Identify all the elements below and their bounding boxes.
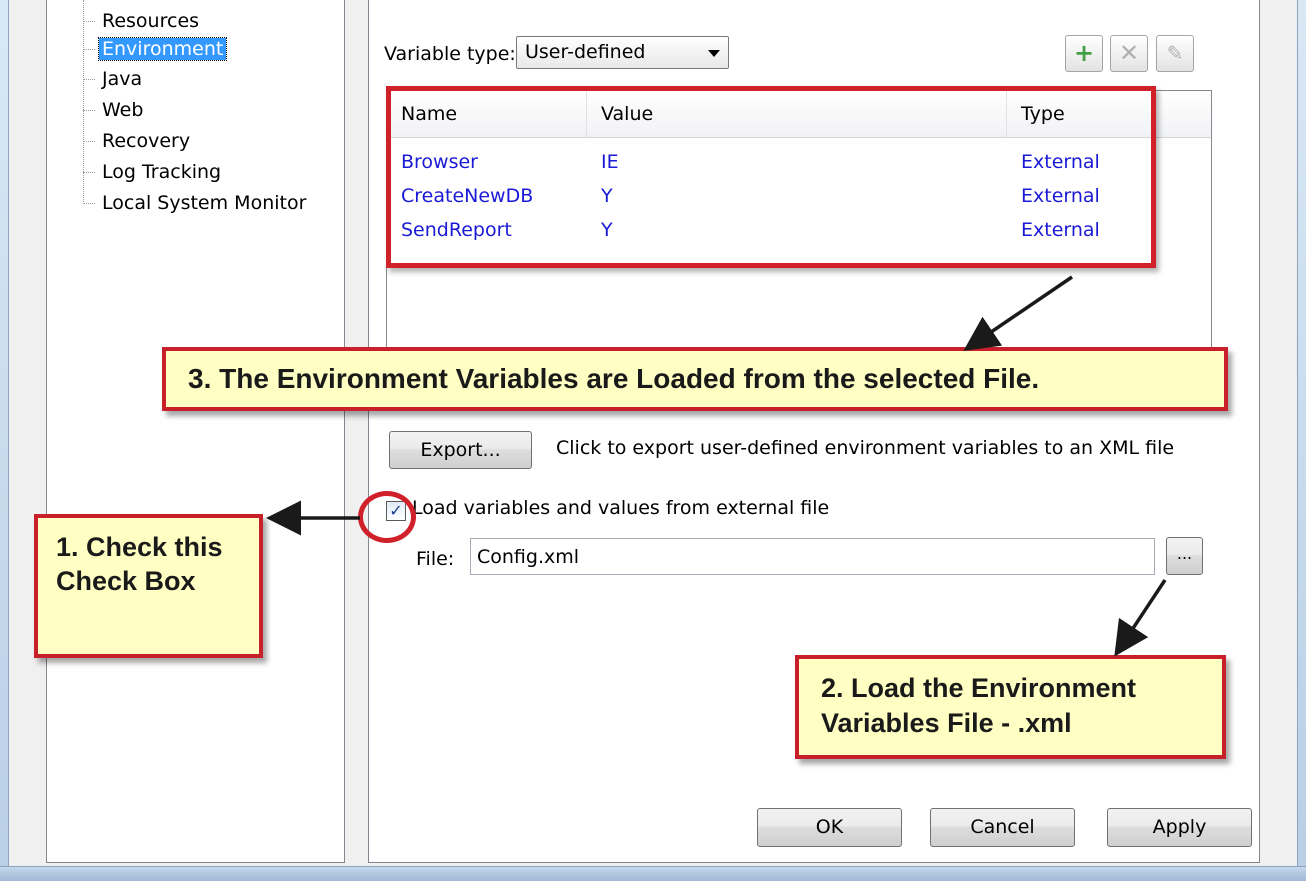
apply-button[interactable]: Apply — [1107, 808, 1252, 847]
tree-item-recovery[interactable]: Recovery — [83, 126, 193, 156]
browse-file-button[interactable]: ... — [1166, 537, 1203, 575]
file-label: File: — [416, 548, 455, 570]
pencil-icon: ✎ — [1166, 41, 1184, 65]
tree-item-log-tracking[interactable]: Log Tracking — [83, 157, 224, 187]
edit-variable-button[interactable]: ✎ — [1156, 35, 1194, 72]
window-frame-bottom — [0, 866, 1306, 881]
tree-item-label: Web — [102, 99, 144, 121]
ok-button[interactable]: OK — [757, 808, 902, 847]
variable-type-select[interactable]: User-defined — [516, 36, 729, 69]
export-description: Click to export user-defined environment… — [556, 437, 1175, 459]
tree-item-local-system-monitor[interactable]: Local System Monitor — [83, 188, 309, 218]
tree-item-label: Environment — [97, 37, 228, 61]
window-frame-right — [1297, 0, 1306, 881]
callout-step-3: 3. The Environment Variables are Loaded … — [162, 347, 1228, 411]
chevron-down-icon — [708, 50, 720, 57]
tree-item-java[interactable]: Java — [83, 64, 145, 94]
callout-step-2: 2. Load the Environment Variables File -… — [795, 655, 1226, 759]
variable-type-value: User-defined — [525, 41, 646, 63]
tree-item-environment[interactable]: Environment — [83, 34, 228, 64]
plus-icon: + — [1073, 39, 1095, 67]
settings-tree: Resources Environment Java Web Recovery … — [46, 0, 345, 863]
checkbox-highlight-annotation — [358, 491, 416, 543]
cancel-button[interactable]: Cancel — [930, 808, 1075, 847]
tree-item-web[interactable]: Web — [83, 95, 146, 125]
load-external-label: Load variables and values from external … — [412, 497, 830, 519]
delete-variable-button[interactable]: ✕ — [1110, 35, 1148, 72]
tree-item-label: Recovery — [102, 130, 191, 152]
callout-step-1: 1. Check this Check Box — [34, 514, 263, 658]
window-frame-left — [0, 0, 9, 881]
add-variable-button[interactable]: + — [1065, 35, 1103, 72]
x-icon: ✕ — [1118, 39, 1140, 67]
tree-item-label: Local System Monitor — [102, 192, 307, 214]
grid-highlight-annotation — [386, 86, 1156, 268]
export-button[interactable]: Export... — [389, 431, 532, 469]
tree-item-label: Log Tracking — [102, 161, 222, 183]
file-path-input[interactable] — [470, 538, 1155, 575]
variable-type-label: Variable type: — [384, 43, 516, 65]
tree-item-resources[interactable]: Resources — [83, 6, 202, 36]
tree-item-label: Resources — [102, 10, 200, 32]
tree-item-label: Java — [102, 68, 143, 90]
